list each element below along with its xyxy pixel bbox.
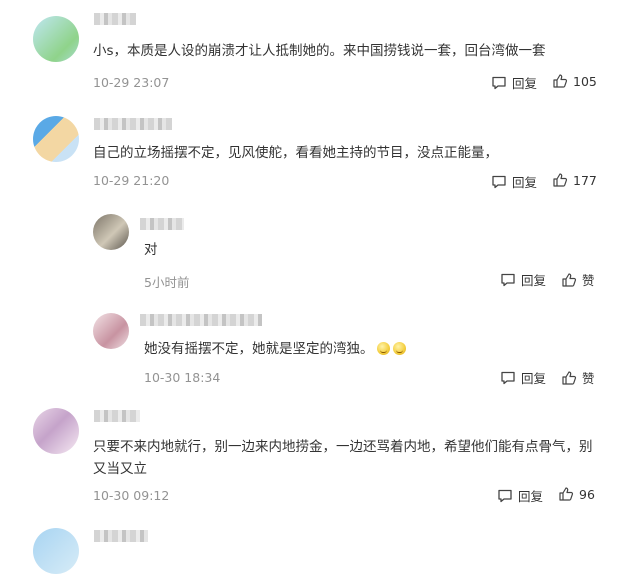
reply-icon xyxy=(492,76,506,89)
like-button[interactable]: 105 xyxy=(552,73,597,89)
reply-label: 回复 xyxy=(521,273,547,288)
like-button[interactable]: 赞 xyxy=(561,368,595,387)
thumbs-up-icon xyxy=(553,173,568,187)
like-count: 96 xyxy=(579,486,595,502)
like-count: 105 xyxy=(573,73,597,89)
avatar[interactable] xyxy=(93,313,129,349)
username[interactable] xyxy=(94,13,136,25)
comment-text: 自己的立场摇摆不定，见风使舵，看看她主持的节目，没点正能量， xyxy=(93,145,498,161)
timestamp: 10-29 23:07 xyxy=(93,75,170,90)
like-count: 赞 xyxy=(582,371,595,386)
avatar[interactable] xyxy=(33,116,79,162)
like-button[interactable]: 177 xyxy=(552,172,597,188)
like-button[interactable]: 96 xyxy=(558,486,595,502)
thumbs-up-icon xyxy=(562,272,577,287)
reply-button[interactable]: 回复 xyxy=(500,270,546,289)
reply-button[interactable]: 回复 xyxy=(491,172,537,191)
reply-icon xyxy=(498,489,512,502)
avatar[interactable] xyxy=(93,214,129,250)
comment-text: 对 xyxy=(144,242,158,258)
reply-label: 回复 xyxy=(512,175,538,190)
thumbs-up-icon xyxy=(562,370,577,385)
username[interactable] xyxy=(140,218,184,230)
avatar[interactable] xyxy=(33,16,79,62)
reply-icon xyxy=(501,273,515,286)
username[interactable] xyxy=(94,530,148,542)
smile-emoji-icon xyxy=(376,342,390,355)
reply-label: 回复 xyxy=(512,76,538,91)
thumbs-up-icon xyxy=(559,487,574,501)
reply-icon xyxy=(501,371,515,384)
thumbs-up-icon xyxy=(553,74,568,88)
timestamp: 10-30 18:34 xyxy=(144,370,221,385)
reply-button[interactable]: 回复 xyxy=(491,73,537,92)
timestamp: 10-30 09:12 xyxy=(93,488,170,503)
timestamp: 5小时前 xyxy=(144,275,190,290)
comment-text-content: 她没有摇摆不定，她就是坚定的湾独。 xyxy=(144,341,374,357)
like-count: 177 xyxy=(573,172,597,188)
reply-label: 回复 xyxy=(518,489,544,504)
reply-button[interactable]: 回复 xyxy=(497,486,543,505)
comment-text: 她没有摇摆不定，她就是坚定的湾独。 xyxy=(144,338,406,360)
avatar[interactable] xyxy=(33,528,79,574)
avatar[interactable] xyxy=(33,408,79,454)
like-count: 赞 xyxy=(582,273,595,288)
reply-label: 回复 xyxy=(521,371,547,386)
comment-text: 小s，本质是人设的崩溃才让人抵制她的。来中国捞钱说一套，回台湾做一套 xyxy=(93,43,546,59)
like-button[interactable]: 赞 xyxy=(561,270,595,289)
smile-emoji-icon xyxy=(392,342,406,355)
reply-button[interactable]: 回复 xyxy=(500,368,546,387)
comment-text: 只要不来内地就行，别一边来内地捞金，一边还骂着内地，希望他们能有点骨气，别又当又… xyxy=(93,439,593,477)
username[interactable] xyxy=(140,314,262,326)
username[interactable] xyxy=(94,118,172,130)
reply-icon xyxy=(492,175,506,188)
username[interactable] xyxy=(94,410,140,422)
timestamp: 10-29 21:20 xyxy=(93,173,170,188)
